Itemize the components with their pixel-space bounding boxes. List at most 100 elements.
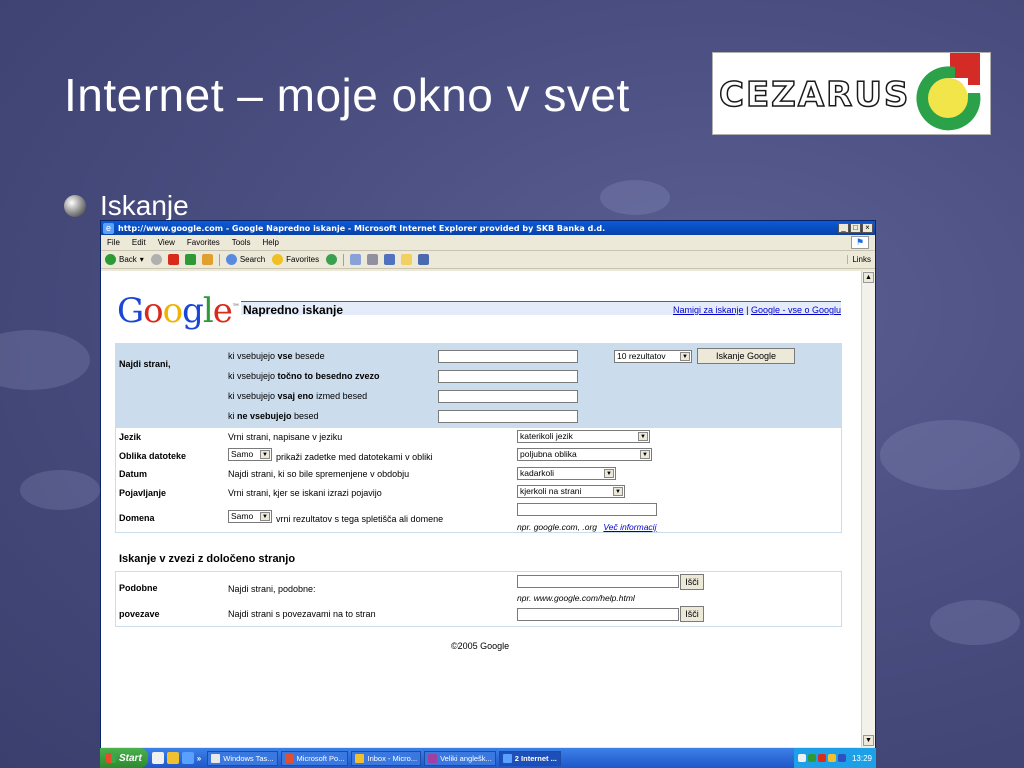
stop-icon[interactable]: [167, 254, 179, 265]
taskbar-button[interactable]: Microsoft Po...: [280, 750, 349, 766]
toolbar: Back ▾ Search Favorites Links: [101, 251, 875, 269]
domain-input[interactable]: [517, 503, 657, 516]
option-desc-date: Najdi strani, ki so bile spremenjene v o…: [228, 469, 410, 479]
option-desc-occurrence: Vrni strani, kjer se iskani izrazi pojav…: [228, 488, 382, 498]
select-value: poljubna oblika: [520, 449, 577, 459]
refresh-icon[interactable]: [184, 254, 196, 265]
filetype-mode-select[interactable]: Samo ▼: [228, 448, 272, 461]
scroll-down-icon[interactable]: ▼: [863, 735, 874, 746]
copyright: ©2005 Google: [451, 641, 510, 651]
back-button[interactable]: Back ▾: [105, 254, 144, 265]
quicklaunch-chevron[interactable]: »: [197, 754, 201, 763]
about-google-link[interactable]: Google - vse o Googlu: [751, 305, 841, 315]
results-count-select[interactable]: 10 rezultatov ▼: [614, 350, 692, 363]
mail-icon[interactable]: [350, 254, 362, 265]
edit-icon[interactable]: [384, 254, 396, 265]
forward-arrow-icon[interactable]: [150, 254, 162, 265]
google-logo[interactable]: Google™: [117, 291, 240, 331]
select-value: Samo: [231, 511, 254, 521]
search-button[interactable]: Search: [225, 254, 265, 265]
task-label: Inbox - Micro...: [367, 753, 418, 763]
toolbar-separator: [343, 253, 345, 266]
similar-url-input[interactable]: [517, 575, 679, 588]
taskbar-button[interactable]: Inbox - Micro...: [351, 750, 422, 766]
tray-icon[interactable]: [837, 754, 846, 762]
favorites-button[interactable]: Favorites: [272, 254, 319, 265]
exact-phrase-input[interactable]: [438, 370, 578, 383]
start-button[interactable]: Start: [100, 748, 148, 768]
menu-file[interactable]: File: [107, 238, 120, 247]
logo-letter: o: [162, 291, 184, 331]
row-text: izmed besed: [313, 391, 368, 401]
domain-mode-select[interactable]: Samo ▼: [228, 510, 272, 523]
cezarus-logo-mark: [916, 53, 981, 131]
star-icon: [272, 254, 284, 265]
option-label-date: Datum: [119, 469, 148, 479]
find-row-exclude: ki ne vsebujejo besed: [228, 411, 319, 421]
similar-search-button[interactable]: Išči: [680, 574, 704, 590]
any-words-input[interactable]: [438, 390, 578, 403]
select-value: Samo: [231, 449, 254, 459]
date-select[interactable]: kadarkoli ▼: [517, 467, 616, 480]
row-bold: točno to besedno zvezo: [277, 371, 380, 381]
taskbar-button-active[interactable]: 2 Internet ...: [498, 750, 561, 766]
cezarus-logo: CEZARUS: [712, 52, 991, 135]
task-label: Windows Tas...: [223, 753, 274, 763]
vertical-scrollbar[interactable]: ▲ ▼: [861, 271, 875, 747]
select-value: kadarkoli: [520, 468, 555, 478]
home-icon[interactable]: [201, 254, 213, 265]
ie-quicklaunch-icon[interactable]: [181, 752, 194, 764]
tray-icon[interactable]: [827, 754, 836, 762]
bullet-text: Iskanje: [100, 190, 189, 221]
app-icon: [355, 753, 365, 763]
app-icon: [211, 753, 221, 763]
page-content: Google™ Napredno iskanje Namigi za iskan…: [101, 271, 863, 747]
background-bubble: [930, 600, 1020, 645]
messenger-icon[interactable]: [418, 254, 430, 265]
taskbar-button[interactable]: Windows Tas...: [207, 750, 278, 766]
quicklaunch-icon[interactable]: [166, 752, 179, 764]
tray-icon[interactable]: [797, 754, 806, 762]
menu-view[interactable]: View: [158, 238, 175, 247]
option-label-domain: Domena: [119, 513, 155, 523]
find-row-all: ki vsebujejo vse besede: [228, 351, 325, 361]
exclude-words-input[interactable]: [438, 410, 578, 423]
occurrence-select[interactable]: kjerkoli na strani ▼: [517, 485, 625, 498]
links-url-input[interactable]: [517, 608, 679, 621]
taskbar-button[interactable]: Veliki anglešk...: [424, 750, 496, 766]
all-words-input[interactable]: [438, 350, 578, 363]
links-search-button[interactable]: Išči: [680, 606, 704, 622]
quicklaunch-icon[interactable]: [151, 752, 164, 764]
menu-help[interactable]: Help: [262, 238, 278, 247]
google-search-button[interactable]: Iskanje Google: [697, 348, 795, 364]
task-label: Microsoft Po...: [296, 753, 345, 763]
maximize-button[interactable]: □: [850, 223, 861, 233]
menu-tools[interactable]: Tools: [232, 238, 251, 247]
tray-icon[interactable]: [807, 754, 816, 762]
more-info-link[interactable]: Več informacij: [603, 522, 656, 532]
tray-icon[interactable]: [817, 754, 826, 762]
folder-icon[interactable]: [401, 254, 413, 265]
toolbar-separator: [218, 253, 220, 266]
history-icon[interactable]: [326, 254, 338, 265]
row-text: ki vsebujejo: [228, 351, 278, 361]
back-arrow-icon: [105, 254, 116, 265]
row-text: besed: [291, 411, 319, 421]
browser-titlebar[interactable]: e http://www.google.com - Google Napredn…: [101, 221, 875, 235]
close-button[interactable]: ×: [862, 223, 873, 233]
menu-edit[interactable]: Edit: [132, 238, 146, 247]
print-icon[interactable]: [367, 254, 379, 265]
scroll-up-icon[interactable]: ▲: [863, 272, 874, 283]
filetype-select[interactable]: poljubna oblika ▼: [517, 448, 652, 461]
background-bubble: [0, 330, 90, 390]
hint-text: npr. google.com, .org: [517, 522, 598, 532]
search-tips-link[interactable]: Namigi za iskanje: [673, 305, 744, 315]
start-label: Start: [119, 752, 142, 764]
minimize-button[interactable]: _: [838, 223, 849, 233]
language-select[interactable]: katerikoli jezik ▼: [517, 430, 650, 443]
clock[interactable]: 13:29: [852, 754, 872, 763]
menu-favorites[interactable]: Favorites: [187, 238, 220, 247]
links-button[interactable]: Links: [847, 255, 875, 264]
window-title: http://www.google.com - Google Napredno …: [118, 223, 606, 233]
favorites-label: Favorites: [286, 255, 320, 264]
